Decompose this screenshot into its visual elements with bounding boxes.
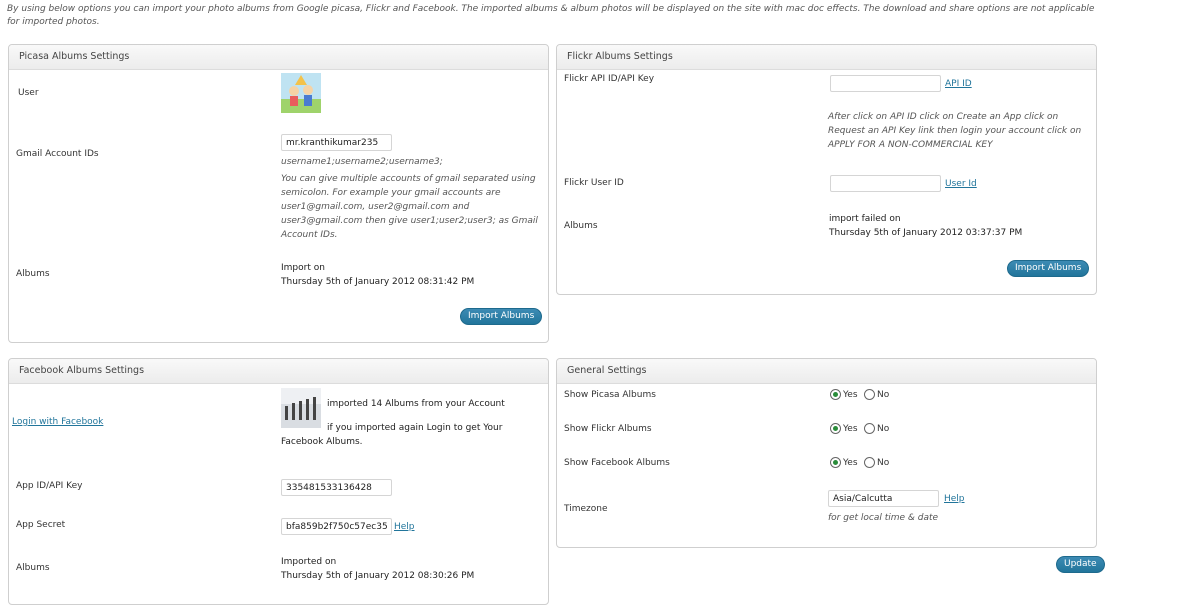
app-secret-label: App Secret	[16, 520, 66, 530]
facebook-import-date: Thursday 5th of January 2012 08:30:26 PM	[281, 571, 475, 581]
app-id-input[interactable]	[281, 479, 392, 496]
picasa-panel: Picasa Albums Settings User Gmail Accoun…	[8, 44, 549, 343]
yes-label: Yes	[843, 389, 858, 400]
app-id-label: App ID/API Key	[16, 481, 83, 491]
picasa-panel-title: Picasa Albums Settings	[9, 45, 548, 70]
radio-selected-icon[interactable]	[830, 389, 841, 400]
picasa-import-status: Import on	[281, 263, 325, 273]
general-panel-title: General Settings	[557, 359, 1096, 384]
show-picasa-label: Show Picasa Albums	[564, 390, 656, 400]
facebook-panel-title: Facebook Albums Settings	[9, 359, 548, 384]
yes-label: Yes	[843, 457, 858, 468]
facebook-login-link[interactable]: Login with Facebook	[12, 417, 103, 427]
picasa-import-button[interactable]: Import Albums	[460, 308, 543, 325]
flickr-import-button[interactable]: Import Albums	[1007, 260, 1090, 277]
no-label: No	[877, 457, 890, 468]
facebook-imported-text: imported 14 Albums from your Account	[327, 399, 505, 409]
gmail-ids-label: Gmail Account IDs	[16, 149, 99, 159]
flickr-user-link[interactable]: User Id	[945, 179, 977, 189]
timezone-label: Timezone	[564, 504, 608, 514]
gmail-ids-help: You can give multiple accounts of gmail …	[281, 174, 538, 240]
yes-label: Yes	[843, 423, 858, 434]
flickr-import-status: import failed on	[829, 214, 901, 224]
picasa-import-date: Thursday 5th of January 2012 08:31:42 PM	[281, 277, 475, 287]
timezone-help-link[interactable]: Help	[944, 494, 965, 504]
flickr-api-help: After click on API ID click on Create an…	[828, 112, 1082, 150]
picasa-albums-label: Albums	[16, 269, 50, 279]
show-facebook-yes[interactable]: Yes	[830, 457, 858, 468]
flickr-user-input[interactable]	[830, 175, 941, 192]
update-button[interactable]: Update	[1056, 556, 1105, 573]
flickr-user-label: Flickr User ID	[564, 178, 624, 188]
show-picasa-no[interactable]: No	[864, 389, 889, 400]
show-facebook-label: Show Facebook Albums	[564, 458, 670, 468]
facebook-panel: Facebook Albums Settings Login with Face…	[8, 358, 549, 605]
facebook-albums-label: Albums	[16, 563, 50, 573]
flickr-import-date: Thursday 5th of January 2012 03:37:37 PM	[829, 228, 1023, 238]
picasa-user-label: User	[18, 88, 39, 98]
flickr-panel: Flickr Albums Settings Flickr API ID/API…	[556, 44, 1097, 295]
app-secret-input[interactable]	[281, 518, 392, 535]
gmail-ids-input[interactable]	[281, 134, 392, 151]
show-flickr-no[interactable]: No	[864, 423, 889, 434]
radio-selected-icon[interactable]	[830, 457, 841, 468]
radio-unselected-icon[interactable]	[864, 423, 875, 434]
radio-selected-icon[interactable]	[830, 423, 841, 434]
gmail-ids-hint: username1;username2;username3;	[281, 157, 443, 167]
facebook-import-status: Imported on	[281, 557, 337, 567]
flickr-api-link[interactable]: API ID	[945, 79, 972, 89]
general-panel: General Settings Show Picasa Albums Yes …	[556, 358, 1097, 548]
timezone-hint: for get local time & date	[828, 513, 939, 523]
app-secret-help-link[interactable]: Help	[394, 522, 415, 532]
show-facebook-no[interactable]: No	[864, 457, 889, 468]
show-flickr-label: Show Flickr Albums	[564, 424, 652, 434]
intro-text: By using below options you can import yo…	[7, 4, 1095, 27]
flickr-api-input[interactable]	[830, 75, 941, 92]
timezone-input[interactable]	[828, 490, 939, 507]
flickr-albums-label: Albums	[564, 221, 598, 231]
flickr-api-label: Flickr API ID/API Key	[564, 74, 655, 84]
picasa-user-avatar	[281, 73, 321, 113]
facebook-reimport-hint: if you imported again Login to get Your …	[281, 423, 503, 447]
show-picasa-yes[interactable]: Yes	[830, 389, 858, 400]
flickr-panel-title: Flickr Albums Settings	[557, 45, 1096, 70]
no-label: No	[877, 423, 890, 434]
show-flickr-yes[interactable]: Yes	[830, 423, 858, 434]
no-label: No	[877, 389, 890, 400]
radio-unselected-icon[interactable]	[864, 389, 875, 400]
radio-unselected-icon[interactable]	[864, 457, 875, 468]
